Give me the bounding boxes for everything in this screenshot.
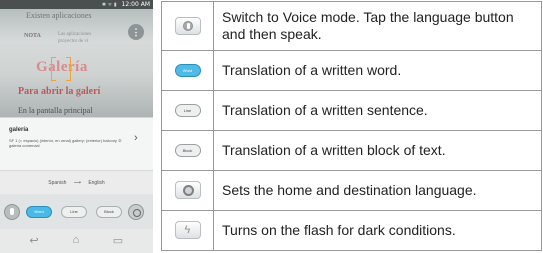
table-row: Switch to Voice mode. Tap the language b… <box>161 1 542 51</box>
menu-icon[interactable]: ⋮ <box>128 24 144 40</box>
target-language[interactable]: English <box>88 180 104 186</box>
table-row: ϟ Turns on the flash for dark conditions… <box>161 210 542 251</box>
table-row: Block Translation of a written block of … <box>161 130 542 171</box>
mic-button-icon <box>174 16 201 35</box>
icon-cell: Word <box>161 50 214 91</box>
icon-cell: Block <box>161 130 214 171</box>
camera-text-pantalla: En la pantalla principal <box>18 106 93 115</box>
row-description: Translation of a written block of text. <box>213 130 542 171</box>
recent-apps-icon[interactable]: ▭ <box>108 234 128 247</box>
table-row: Word Translation of a written word. <box>161 50 542 91</box>
translation-result-card[interactable]: galería SF 1 (= espacio) (interior, en o… <box>0 117 153 170</box>
back-icon[interactable]: ↩ <box>24 234 44 247</box>
home-icon[interactable]: ⌂ <box>66 234 86 246</box>
row-description: Translation of a written sentence. <box>213 90 542 131</box>
icon-cell <box>161 1 214 51</box>
chevron-right-icon[interactable]: › <box>134 132 138 144</box>
icon-description-table: Switch to Voice mode. Tap the language b… <box>161 1 542 251</box>
arrow-right-icon: ⟶ <box>73 180 81 186</box>
source-language[interactable]: Spanish <box>48 180 66 186</box>
table-row: Line Translation of a written sentence. <box>161 90 542 131</box>
camera-text-line1: Existen aplicaciones <box>26 11 92 20</box>
icon-cell: ϟ <box>161 210 214 251</box>
camera-text-nota: NOTA <box>24 33 41 39</box>
camera-text-para: Para abrir la galerí <box>18 86 101 97</box>
camera-text-small: Las aplicaciones proyector de vi <box>58 32 92 44</box>
status-time: 12:00 AM <box>121 1 150 8</box>
focus-bracket-right <box>66 57 71 81</box>
row-description: Sets the home and destination language. <box>213 170 542 211</box>
focus-bracket-left <box>51 57 56 81</box>
mic-button-icon[interactable] <box>4 204 20 220</box>
table-row: Sets the home and destination language. <box>161 170 542 211</box>
line-mode-button[interactable]: Line <box>61 206 87 218</box>
word-mode-button[interactable]: Word <box>26 206 52 218</box>
line-mode-icon: Line <box>174 103 201 117</box>
icon-cell: Line <box>161 90 214 131</box>
status-icons: ✱ ᯤ ▮ <box>101 2 117 8</box>
phone-screenshot: ✱ ᯤ ▮ 12:00 AM Existen aplicaciones NOTA… <box>0 0 153 253</box>
flash-icon: ϟ <box>174 221 201 240</box>
result-definitions: SF 1 (= espacio) (interior, en ornal) ga… <box>9 138 122 148</box>
icon-cell <box>161 170 214 211</box>
row-description: Switch to Voice mode. Tap the language b… <box>213 1 542 51</box>
result-word: galería <box>9 127 29 133</box>
block-mode-icon: Block <box>174 143 201 157</box>
language-selector[interactable]: Spanish ⟶ English <box>0 170 153 194</box>
camera-preview: Existen aplicaciones NOTA Las aplicacion… <box>0 9 153 117</box>
camera-text-galeria: Galería <box>36 59 88 75</box>
settings-icon <box>174 181 201 200</box>
word-mode-icon: Word <box>174 63 201 77</box>
row-description: Turns on the flash for dark conditions. <box>213 210 542 251</box>
navigation-bar: ↩ ⌂ ▭ <box>0 229 153 253</box>
settings-icon[interactable] <box>128 204 144 220</box>
block-mode-button[interactable]: Block <box>96 206 122 218</box>
row-description: Translation of a written word. <box>213 50 542 91</box>
mode-toolbar: Word Line Block <box>0 194 153 229</box>
status-bar: ✱ ᯤ ▮ 12:00 AM <box>0 0 153 9</box>
